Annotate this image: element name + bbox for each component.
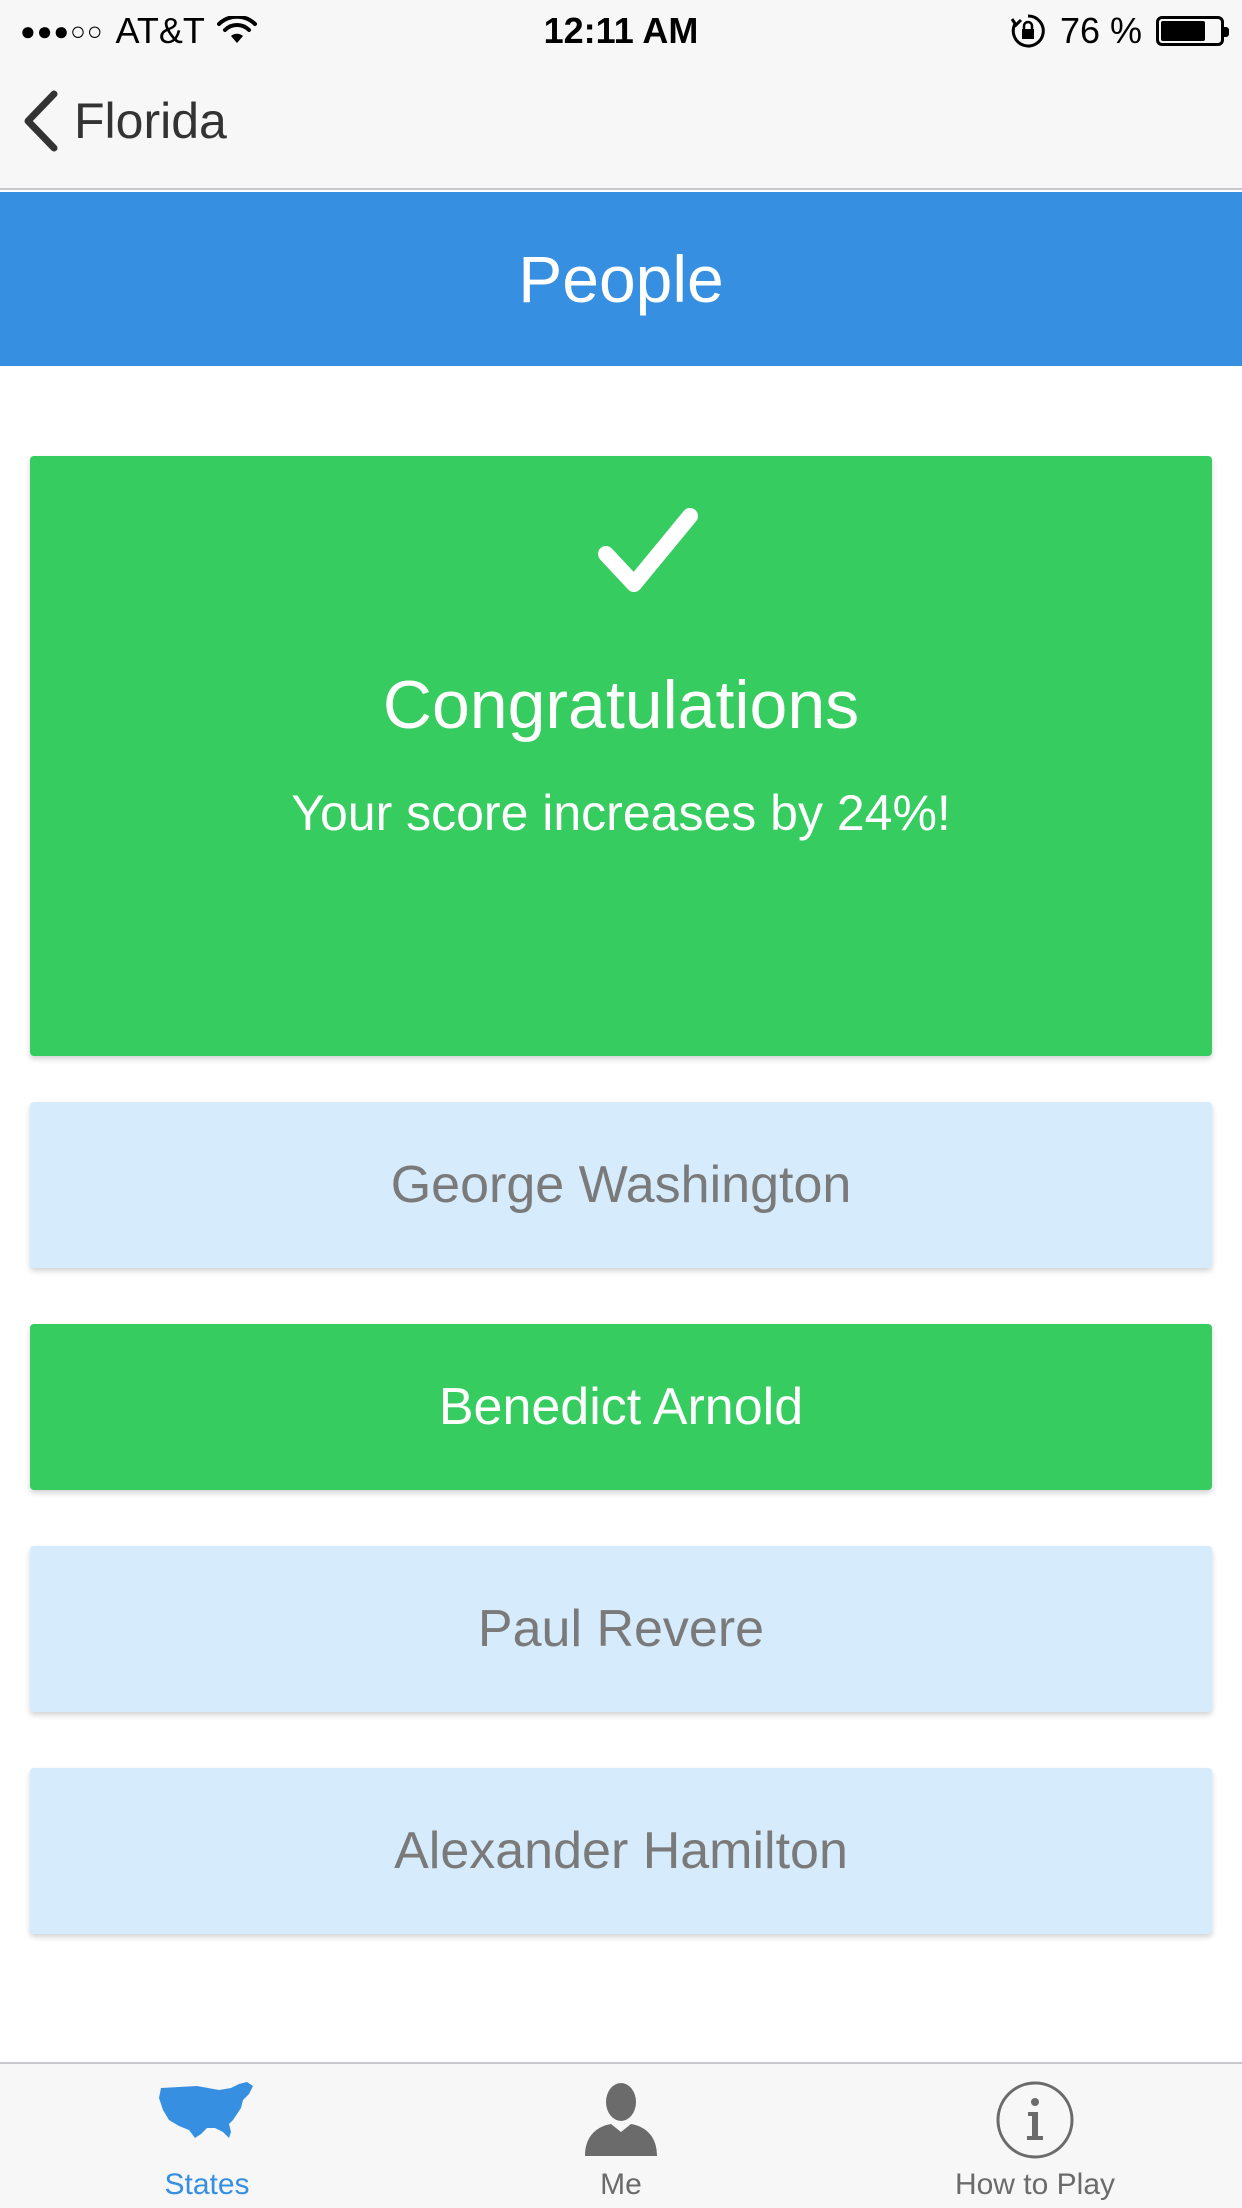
usa-map-icon [159, 2082, 253, 2138]
tab-states[interactable]: States [0, 2064, 414, 2208]
tab-how-to-play[interactable]: How to Play [828, 2064, 1242, 2208]
battery-percentage: 76 % [1059, 10, 1142, 51]
page-title: People [518, 242, 724, 316]
answer-option[interactable]: George Washington [30, 1102, 1212, 1268]
screen: ●●●○○ AT&T 12:11 AM 76 % Florida People … [0, 0, 1242, 2208]
battery-fill [1161, 21, 1205, 41]
info-icon [996, 2081, 1074, 2159]
battery-nub [1224, 27, 1229, 37]
checkmark-icon [598, 508, 698, 592]
status-right: 76 % [1010, 10, 1229, 52]
result-title: Congratulations [382, 667, 860, 743]
tab-bar: States Me How to Play [0, 2062, 1242, 2208]
person-icon [585, 2083, 657, 2156]
battery-icon [1156, 16, 1229, 46]
status-bar: ●●●○○ AT&T 12:11 AM 76 % [0, 0, 1242, 60]
tab-label: Me [600, 2168, 642, 2201]
chevron-left-icon [24, 90, 58, 152]
back-button[interactable]: Florida [20, 90, 227, 152]
category-header: People [0, 192, 1242, 366]
navigation-bar: Florida [0, 60, 1242, 190]
orientation-lock-icon [1010, 14, 1045, 48]
answer-option[interactable]: Paul Revere [30, 1546, 1212, 1712]
tab-me[interactable]: Me [414, 2064, 828, 2208]
back-label: Florida [74, 93, 227, 149]
tab-label: How to Play [954, 2168, 1116, 2201]
answer-option-correct[interactable]: Benedict Arnold [30, 1324, 1212, 1490]
tab-label: States [164, 2168, 250, 2201]
answer-option[interactable]: Alexander Hamilton [30, 1768, 1212, 1934]
result-subtitle: Your score increases by 24%! [291, 785, 951, 841]
result-card: Congratulations Your score increases by … [30, 456, 1212, 1056]
